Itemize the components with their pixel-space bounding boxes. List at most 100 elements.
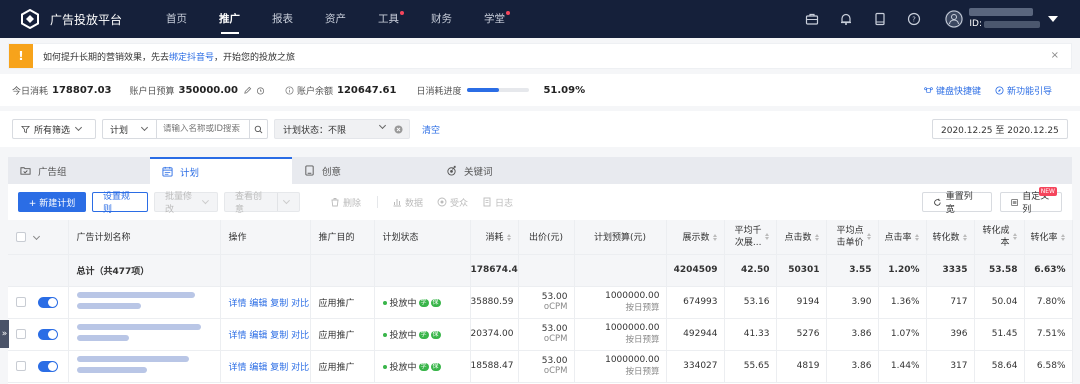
nav-item-reports[interactable]: 报表	[256, 0, 309, 38]
tab-keywords[interactable]: 关键词	[434, 157, 576, 184]
bind-douyin-link[interactable]: 绑定抖音号	[169, 53, 214, 63]
table-row[interactable]: 详情 编辑 复制 对比⋮ 应用推广 投放中学保 20374.00 53.00oC…	[8, 318, 1073, 351]
set-rule-button[interactable]: 设置规则	[92, 192, 148, 215]
edit-icon[interactable]	[243, 86, 252, 95]
plan-name-masked[interactable]	[68, 286, 221, 319]
plan-toggle[interactable]	[38, 360, 58, 372]
nav-item-promotion[interactable]: 推广	[203, 0, 256, 38]
expand-sidebar-handle[interactable]: »	[0, 320, 9, 348]
nav-item-home[interactable]: 首页	[150, 0, 203, 38]
info-icon[interactable]	[285, 85, 294, 95]
audience-button[interactable]: 受众	[437, 196, 468, 209]
all-filter-dropdown[interactable]: 所有筛选	[12, 119, 96, 139]
row-checkbox[interactable]	[16, 329, 26, 339]
col-budget: 计划预算(元)	[574, 220, 667, 255]
col-ctr[interactable]: 点击率	[878, 220, 927, 255]
chevron-down-icon[interactable]	[1048, 16, 1058, 22]
col-status: 计划状态	[374, 220, 471, 255]
row-ctr: 1.36%	[878, 286, 927, 319]
clear-filters-link[interactable]: 清空	[422, 123, 440, 136]
close-icon[interactable]: ×	[1051, 50, 1059, 61]
search-input[interactable]	[157, 124, 249, 134]
table-row[interactable]: 详情 编辑 复制 对比⋮ 应用推广 投放中学保 18588.47 53.00oC…	[8, 350, 1073, 383]
plan-name-masked[interactable]	[68, 350, 221, 383]
table-row[interactable]: 详情 编辑 复制 对比⋮ 应用推广 投放中学保 35880.59 53.00oC…	[8, 286, 1073, 319]
col-cost[interactable]: 消耗	[470, 220, 519, 255]
col-cpa[interactable]: 转化成本	[974, 220, 1025, 255]
reset-column-width-button[interactable]: 重置列宽	[922, 192, 992, 215]
nav-item-academy[interactable]: 学堂	[468, 0, 521, 38]
plan-toolbar: + 新建计划 设置规则 批量修改 查看创意 删除 数据 受众 日志 重置列宽 自…	[8, 184, 1072, 220]
plan-toggle[interactable]	[38, 296, 58, 308]
data-button[interactable]: 数据	[392, 196, 423, 209]
briefcase-icon[interactable]	[795, 0, 829, 38]
row-budget: 1000000.00 按日预算	[574, 350, 667, 383]
keyboard-shortcut-link[interactable]: 键盘快捷键	[924, 84, 981, 97]
row-cvr: 7.80%	[1024, 286, 1073, 319]
target-icon	[437, 197, 447, 207]
date-range-picker[interactable]: 2020.12.25 至 2020.12.25	[932, 119, 1068, 139]
platform-logo-icon[interactable]	[20, 9, 40, 29]
plan-toggle[interactable]	[38, 328, 58, 340]
col-impressions[interactable]: 展示数	[666, 220, 725, 255]
row-clicks: 9194	[776, 286, 827, 319]
book-icon[interactable]	[863, 0, 897, 38]
row-status: 投放中学保	[374, 286, 471, 319]
nav-item-assets[interactable]: 资产	[309, 0, 362, 38]
search-scope-select[interactable]: 计划	[103, 120, 157, 138]
row-checkbox[interactable]	[16, 297, 26, 307]
delete-button[interactable]: 删除	[330, 196, 361, 209]
summary-cpc: 3.55	[826, 254, 879, 287]
account-stats-bar: 今日消耗 178807.03 账户日预算 350000.00 账户余额 120647.…	[0, 74, 1080, 106]
keyword-icon	[447, 165, 456, 176]
notification-dot	[506, 11, 511, 15]
summary-row: 总计（共477项） 178674.43 4204509 42.50 50301 …	[8, 254, 1073, 287]
summary-cost: 178674.43	[470, 254, 519, 287]
custom-columns-button[interactable]: 自定义列 NEW	[1000, 187, 1062, 215]
filter-bar: 所有筛选 计划 计划状态：不限 清空 2020.12.25 至 2020.12.…	[0, 111, 1080, 147]
help-icon[interactable]: ?	[897, 0, 931, 38]
nav-item-tools[interactable]: 工具	[362, 0, 415, 38]
tab-ad-group[interactable]: 广告组	[8, 157, 150, 184]
col-conversions[interactable]: 转化数	[926, 220, 975, 255]
plan-status-filter-chip[interactable]: 计划状态：不限	[274, 119, 410, 139]
col-cpm[interactable]: 平均千 次展...	[724, 220, 777, 255]
summary-impressions: 4204509	[666, 254, 725, 287]
avatar[interactable]	[945, 10, 964, 28]
row-operations[interactable]: 详情 编辑 复制 对比⋮	[220, 318, 311, 351]
row-checkbox[interactable]	[16, 361, 26, 371]
col-purpose: 推广目的	[310, 220, 375, 255]
summary-clicks: 50301	[776, 254, 827, 287]
notice-banner: ! 如何提升长期的营销效果，先去绑定抖音号，开始您的投放之旅 ×	[8, 43, 1072, 69]
row-conversions: 717	[926, 286, 975, 319]
batch-edit-dropdown[interactable]: 批量修改	[154, 192, 218, 215]
log-button[interactable]: 日志	[482, 196, 513, 209]
alarm-clock-icon[interactable]	[256, 86, 265, 95]
view-creative-dropdown[interactable]: 查看创意	[224, 192, 300, 215]
user-info[interactable]: ID:	[969, 8, 1040, 30]
nav-item-finance[interactable]: 财务	[415, 0, 468, 38]
bell-icon[interactable]	[829, 0, 863, 38]
clear-chip-icon[interactable]	[394, 125, 403, 134]
col-cvr[interactable]: 转化率	[1024, 220, 1073, 255]
tab-creative[interactable]: 创意	[292, 157, 434, 184]
filter-icon	[21, 125, 30, 133]
trash-icon	[331, 198, 339, 207]
col-clicks[interactable]: 点击数	[776, 220, 827, 255]
new-plan-button[interactable]: + 新建计划	[18, 192, 86, 212]
row-cvr: 6.58%	[1024, 350, 1073, 383]
row-operations[interactable]: 详情 编辑 复制 对比⋮	[220, 286, 311, 319]
row-operations[interactable]: 详情 编辑 复制 对比⋮	[220, 350, 311, 383]
plan-name-masked[interactable]	[68, 318, 221, 351]
row-impressions: 492944	[666, 318, 725, 351]
row-cpa: 51.45	[974, 318, 1025, 351]
summary-ctr: 1.20%	[878, 254, 927, 287]
summary-label: 总计（共477项）	[68, 254, 221, 287]
select-all-checkbox[interactable]	[16, 231, 26, 242]
col-cpc[interactable]: 平均点 击单价	[826, 220, 879, 255]
chevron-down-icon[interactable]	[32, 232, 41, 241]
new-feature-guide-link[interactable]: 新功能引导	[995, 84, 1052, 97]
tab-plan[interactable]: 计划	[150, 157, 292, 184]
search-icon[interactable]	[249, 120, 267, 138]
row-cpm: 41.33	[724, 318, 777, 351]
